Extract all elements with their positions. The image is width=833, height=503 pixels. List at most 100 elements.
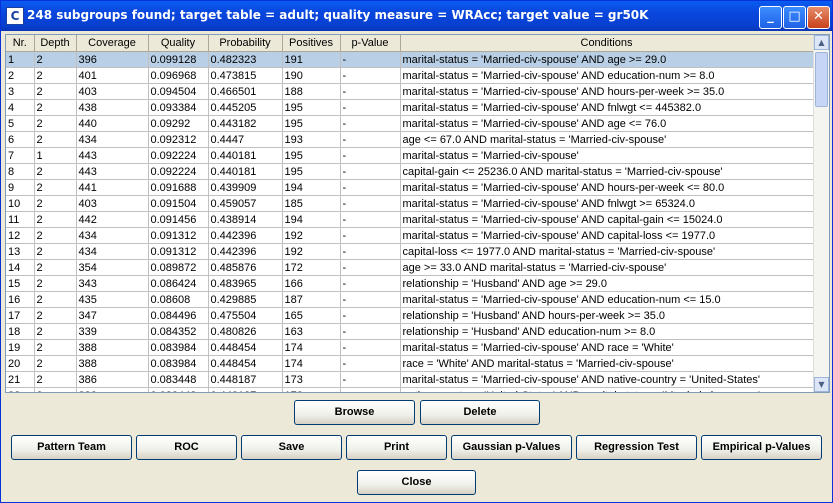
table-row[interactable]: 11 2 442 0.091456 0.438914 194- marital-status… — [6, 211, 814, 228]
table-cell: marital-status = 'Married-civ-spouse' AN… — [400, 83, 814, 100]
results-table: Nr. Depth Coverage Quality Probability Positi… — [6, 35, 814, 392]
table-row[interactable]: 4 2 438 0.093384 0.445205 195- marital-status … — [6, 99, 814, 116]
column-header-nr[interactable]: Nr. — [6, 35, 35, 52]
column-header-p-value[interactable]: p-Value — [340, 35, 401, 52]
table-cell: 0.092224 — [148, 147, 209, 164]
table-cell: 403 — [76, 83, 149, 100]
table-cell: 2 — [34, 131, 77, 148]
subgroups-table[interactable]: Nr. Depth Coverage Quality Probability Positi… — [5, 34, 830, 393]
table-cell: 0.459057 — [208, 195, 283, 212]
table-cell: 0.473815 — [208, 67, 283, 84]
table-cell: 435 — [76, 291, 149, 308]
table-cell: 165 — [282, 307, 341, 324]
table-row[interactable]: 6 2 434 0.092312 0.4447 193- age <= 67.0 AND m… — [6, 131, 814, 148]
table-cell: 2 — [34, 227, 77, 244]
table-cell: 2 — [34, 115, 77, 132]
close-window-button[interactable]: ✕ — [807, 6, 830, 29]
table-row[interactable]: 1 2 396 0.099128 0.482323 191- marital-status … — [6, 51, 814, 68]
table-cell: relationship = 'Husband' AND hours-per-w… — [400, 307, 814, 324]
table-cell: 188 — [282, 83, 341, 100]
table-row[interactable]: 17 2 347 0.084496 0.475504 165- relationship =… — [6, 307, 814, 324]
table-cell: marital-status = 'Married-civ-spouse' AN… — [400, 371, 814, 388]
table-cell: 347 — [76, 307, 149, 324]
table-row[interactable]: 8 2 443 0.092224 0.440181 195- capital-gain <=… — [6, 163, 814, 180]
table-row[interactable]: 14 2 354 0.089872 0.485876 172- age >= 33.0 AN… — [6, 259, 814, 276]
table-row[interactable]: 16 2 435 0.08608 0.429885 187- marital-status … — [6, 291, 814, 308]
roc-button[interactable]: ROC — [136, 435, 237, 460]
table-cell: 7 — [6, 147, 35, 164]
table-row[interactable]: 19 2 388 0.083984 0.448454 174- marital-status… — [6, 339, 814, 356]
table-row[interactable]: 12 2 434 0.091312 0.442396 192- marital-status… — [6, 227, 814, 244]
table-cell: 0.485876 — [208, 259, 283, 276]
table-cell: 185 — [282, 195, 341, 212]
column-header-coverage[interactable]: Coverage — [76, 35, 149, 52]
vertical-scrollbar[interactable]: ▲ ▼ — [813, 35, 829, 392]
table-cell: 20 — [6, 355, 35, 372]
scroll-thumb[interactable] — [815, 52, 828, 107]
table-cell: - — [340, 291, 401, 308]
table-cell: 2 — [34, 339, 77, 356]
column-header-quality[interactable]: Quality — [148, 35, 209, 52]
delete-button[interactable]: Delete — [420, 400, 540, 425]
table-cell: 0.084496 — [148, 307, 209, 324]
gaussian-p-values-button[interactable]: Gaussian p-Values — [451, 435, 572, 460]
table-row[interactable]: 15 2 343 0.086424 0.483965 166- relationship =… — [6, 275, 814, 292]
table-cell: 2 — [34, 195, 77, 212]
table-cell: 0.092312 — [148, 131, 209, 148]
maximize-button[interactable]: □ — [783, 6, 806, 29]
table-row[interactable]: 10 2 403 0.091504 0.459057 185- marital-status… — [6, 195, 814, 212]
pattern-team-button[interactable]: Pattern Team — [11, 435, 132, 460]
table-cell: 194 — [282, 179, 341, 196]
table-cell: marital-status = 'Married-civ-spouse' AN… — [400, 99, 814, 116]
table-cell: 172 — [282, 259, 341, 276]
window-title: 248 subgroups found; target table = adul… — [27, 8, 649, 22]
table-cell: 0.08608 — [148, 291, 209, 308]
table-cell: 195 — [282, 99, 341, 116]
table-row[interactable]: 13 2 434 0.091312 0.442396 192- capital-loss <… — [6, 243, 814, 260]
table-cell: 2 — [34, 355, 77, 372]
scroll-down-icon[interactable]: ▼ — [814, 377, 829, 392]
table-row[interactable]: 5 2 440 0.09292 0.443182 195- marital-status =… — [6, 115, 814, 132]
table-cell: 0.086424 — [148, 275, 209, 292]
table-cell: 0.445205 — [208, 99, 283, 116]
table-cell: 0.091312 — [148, 243, 209, 260]
save-button[interactable]: Save — [241, 435, 342, 460]
scroll-up-icon[interactable]: ▲ — [814, 35, 829, 50]
title-bar[interactable]: C 248 subgroups found; target table = ad… — [1, 1, 832, 31]
browse-button[interactable]: Browse — [294, 400, 415, 425]
regression-test-button[interactable]: Regression Test — [576, 435, 697, 460]
table-cell: 434 — [76, 243, 149, 260]
table-cell: 0.094504 — [148, 83, 209, 100]
table-cell: 2 — [34, 211, 77, 228]
table-row[interactable]: 21 2 386 0.083448 0.448187 173- marital-status… — [6, 371, 814, 388]
table-row[interactable]: 9 2 441 0.091688 0.439909 194- marital-status … — [6, 179, 814, 196]
column-header-depth[interactable]: Depth — [34, 35, 77, 52]
table-cell: 2 — [34, 67, 77, 84]
table-cell: 192 — [282, 227, 341, 244]
table-cell: 1 — [6, 51, 35, 68]
column-header-probability[interactable]: Probability — [208, 35, 283, 52]
table-cell: 388 — [76, 355, 149, 372]
table-row[interactable]: 2 2 401 0.096968 0.473815 190- marital-status … — [6, 67, 814, 84]
table-cell: age >= 33.0 AND marital-status = 'Marrie… — [400, 259, 814, 276]
column-header-positives[interactable]: Positives — [282, 35, 341, 52]
table-cell: 0.089872 — [148, 259, 209, 276]
table-cell: - — [340, 163, 401, 180]
minimize-button[interactable]: _ — [759, 6, 782, 29]
table-row[interactable]: 20 2 388 0.083984 0.448454 174- race = 'White'… — [6, 355, 814, 372]
table-cell: 0.091688 — [148, 179, 209, 196]
table-cell: 173 — [282, 371, 341, 388]
table-row[interactable]: 2223880.0834480.448187173-native-country… — [6, 387, 814, 392]
close-button[interactable]: Close — [357, 470, 476, 495]
table-cell: 441 — [76, 179, 149, 196]
table-cell: 2 — [34, 371, 77, 388]
print-button[interactable]: Print — [346, 435, 447, 460]
table-row[interactable]: 3 2 403 0.094504 0.466501 188- marital-status … — [6, 83, 814, 100]
table-row[interactable]: 7 1 443 0.092224 0.440181 195- marital-status … — [6, 147, 814, 164]
empirical-p-values-button[interactable]: Empirical p-Values — [701, 435, 822, 460]
column-header-conditions[interactable]: Conditions — [400, 35, 814, 52]
table-row[interactable]: 18 2 339 0.084352 0.480826 163- relationship =… — [6, 323, 814, 340]
table-cell: relationship = 'Husband' AND age >= 29.0 — [400, 275, 814, 292]
table-cell: - — [340, 195, 401, 212]
table-cell: 2 — [34, 51, 77, 68]
